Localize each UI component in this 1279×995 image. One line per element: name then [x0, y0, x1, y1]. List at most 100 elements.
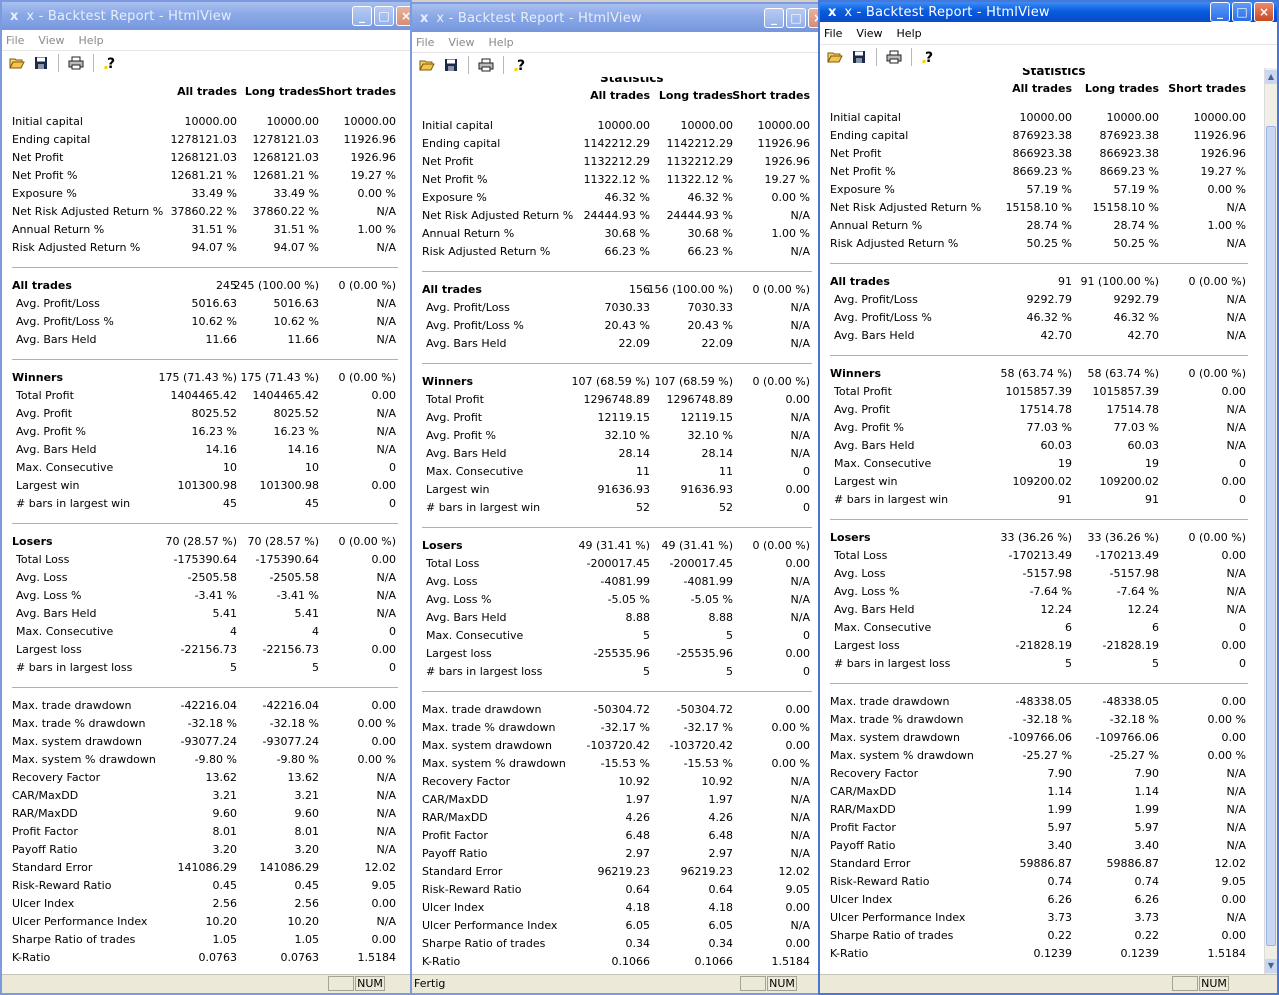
- toolbar-separator: [58, 54, 59, 72]
- minimize-button[interactable]: _: [352, 6, 372, 26]
- save-disk-icon[interactable]: [850, 48, 868, 66]
- stat-label: Max. system drawdown: [422, 739, 552, 752]
- stat-label: Recovery Factor: [422, 775, 511, 788]
- stat-value-short: 0.00: [785, 647, 811, 660]
- window-title: x - Backtest Report - HtmlView: [436, 10, 642, 26]
- stat-value-short: 12.02: [778, 865, 811, 878]
- open-folder-icon[interactable]: [8, 54, 26, 72]
- stat-label: All trades: [422, 283, 482, 296]
- print-icon[interactable]: [477, 56, 495, 74]
- menu-bar: File View Help: [820, 23, 1277, 43]
- stat-row-summary: Initial capital 10000.00 10000.00 10000.00: [830, 109, 1260, 127]
- minimize-button[interactable]: _: [764, 8, 784, 28]
- maximize-button[interactable]: □: [786, 8, 806, 28]
- stat-label: Avg. Loss: [834, 567, 886, 580]
- stat-label: Recovery Factor: [830, 767, 919, 780]
- stat-row-drawdown: Ulcer Performance Index 10.20 10.20 N/A: [12, 913, 402, 931]
- menu-help[interactable]: Help: [489, 36, 514, 49]
- stat-value-short: N/A: [790, 793, 810, 806]
- scrollbar-thumb[interactable]: [1266, 126, 1276, 946]
- open-folder-icon[interactable]: [418, 56, 436, 74]
- save-disk-icon[interactable]: [442, 56, 460, 74]
- menu-bar: File View Help: [2, 30, 410, 50]
- app-icon[interactable]: x: [420, 11, 428, 26]
- stat-label: Max. trade drawdown: [830, 695, 950, 708]
- stat-label: Avg. Profit: [426, 411, 483, 424]
- stat-value-short: N/A: [376, 297, 396, 310]
- menu-view[interactable]: View: [448, 36, 474, 49]
- stat-value-short: 0.00: [785, 483, 811, 496]
- stat-value-short: 19.27 %: [764, 173, 810, 186]
- stat-label: # bars in largest win: [426, 501, 541, 514]
- column-header: Short trades: [318, 85, 396, 98]
- stat-row-all-trades: Avg. Profit/Loss 9292.79 9292.79 N/A: [830, 291, 1260, 309]
- title-bar[interactable]: x x - Backtest Report - HtmlView _ □ ×: [2, 2, 410, 30]
- stat-value-short: N/A: [1226, 421, 1246, 434]
- stat-row-summary: Net Profit % 12681.21 % 12681.21 % 19.27 %: [12, 167, 402, 185]
- stat-label: Avg. Loss: [16, 571, 68, 584]
- stat-row-losers: Avg. Loss % -5.05 % -5.05 % N/A: [422, 591, 814, 609]
- stat-value-short: 0.00 %: [771, 191, 810, 204]
- stat-row-winners: Winners 58 (63.74 %) 58 (63.74 %) 0 (0.00 %…: [830, 365, 1260, 383]
- report-window-2[interactable]: x x - Backtest Report - HtmlView _ □ × F…: [410, 2, 820, 995]
- scroll-up-arrow-icon[interactable]: ▲: [1265, 70, 1277, 84]
- stat-row-drawdown: Ulcer Performance Index 3.73 3.73 N/A: [830, 909, 1260, 927]
- stat-value-short: 0.00: [371, 933, 397, 946]
- stat-row-all-trades: Avg. Profit/Loss 7030.33 7030.33 N/A: [422, 299, 814, 317]
- stat-value-short: 0.00: [371, 389, 397, 402]
- title-bar[interactable]: x x - Backtest Report - HtmlView _ □ ×: [412, 4, 818, 32]
- stat-label: K-Ratio: [830, 947, 869, 960]
- status-bar: NUM: [2, 974, 410, 993]
- help-icon[interactable]: ?: [102, 54, 120, 72]
- save-disk-icon[interactable]: [32, 54, 50, 72]
- stat-row-winners: Total Profit 1296748.89 1296748.89 0.00: [422, 391, 814, 409]
- stat-row-drawdown: RAR/MaxDD 1.99 1.99 N/A: [830, 801, 1260, 819]
- stat-value-short: 1.00 %: [771, 227, 810, 240]
- maximize-button[interactable]: □: [374, 6, 394, 26]
- status-panel: [1172, 976, 1198, 991]
- menu-file[interactable]: File: [824, 27, 842, 40]
- stat-label: Max. Consecutive: [834, 621, 932, 634]
- stat-row-drawdown: K-Ratio 0.0763 0.0763 1.5184: [12, 949, 402, 967]
- stat-value-short: 0.00 %: [357, 187, 396, 200]
- maximize-button[interactable]: □: [1232, 2, 1252, 22]
- stat-label: Avg. Bars Held: [834, 603, 915, 616]
- print-icon[interactable]: [67, 54, 85, 72]
- menu-view[interactable]: View: [38, 34, 64, 47]
- close-button[interactable]: ×: [1254, 2, 1274, 22]
- menu-help[interactable]: Help: [897, 27, 922, 40]
- help-icon[interactable]: ?: [920, 48, 938, 66]
- open-folder-icon[interactable]: [826, 48, 844, 66]
- toolbar-separator: [93, 54, 94, 72]
- stat-row-winners: Avg. Profit 17514.78 17514.78 N/A: [830, 401, 1260, 419]
- stat-label: Initial capital: [12, 115, 83, 128]
- stat-label: Total Loss: [834, 549, 888, 562]
- stat-value-short: N/A: [1226, 603, 1246, 616]
- print-icon[interactable]: [885, 48, 903, 66]
- menu-help[interactable]: Help: [79, 34, 104, 47]
- stat-label: Payoff Ratio: [830, 839, 896, 852]
- stat-label: Max. trade drawdown: [422, 703, 542, 716]
- minimize-button[interactable]: _: [1210, 2, 1230, 22]
- scroll-down-arrow-icon[interactable]: ▼: [1265, 959, 1277, 973]
- status-bar: NUM: [820, 974, 1277, 993]
- stat-label: RAR/MaxDD: [830, 803, 896, 816]
- menu-file[interactable]: File: [416, 36, 434, 49]
- stat-value-short: N/A: [376, 915, 396, 928]
- app-icon[interactable]: x: [828, 5, 836, 20]
- title-bar[interactable]: x x - Backtest Report - HtmlView _ □ ×: [820, 2, 1277, 22]
- menu-view[interactable]: View: [856, 27, 882, 40]
- stat-value-short: N/A: [376, 333, 396, 346]
- stat-row-drawdown: Max. system % drawdown -15.53 % -15.53 % 0.…: [422, 755, 814, 773]
- report-window-3[interactable]: x x - Backtest Report - HtmlView _ □ × F…: [818, 0, 1279, 995]
- app-icon[interactable]: x: [10, 9, 18, 24]
- help-icon[interactable]: ?: [512, 56, 530, 74]
- menu-file[interactable]: File: [6, 34, 24, 47]
- stat-label: Annual Return %: [12, 223, 105, 236]
- stat-value-short: N/A: [790, 411, 810, 424]
- stat-row-drawdown: Max. system drawdown -103720.42 -103720.42…: [422, 737, 814, 755]
- report-window-1[interactable]: x x - Backtest Report - HtmlView _ □ × F…: [0, 0, 412, 995]
- stat-row-summary: Net Profit 866923.38 866923.38 1926.96: [830, 145, 1260, 163]
- vertical-scrollbar[interactable]: ▲ ▼: [1264, 68, 1277, 975]
- stat-value-short: N/A: [376, 241, 396, 254]
